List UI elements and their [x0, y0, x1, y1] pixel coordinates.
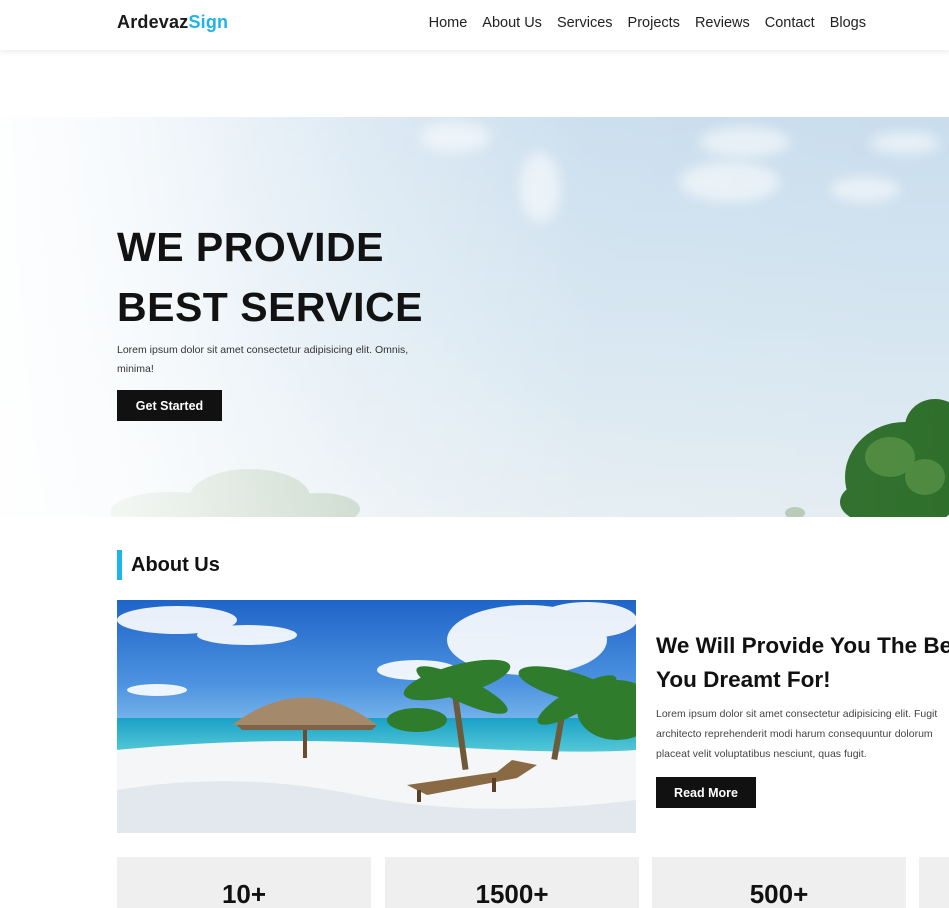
stat-card [919, 857, 949, 908]
main-nav: Home About Us Services Projects Reviews … [429, 15, 866, 31]
about-beach-image [117, 600, 636, 833]
read-more-button[interactable]: Read More [656, 777, 756, 808]
nav-link-home[interactable]: Home [429, 15, 468, 31]
about-heading: About Us [131, 554, 220, 576]
nav-link-blogs[interactable]: Blogs [830, 15, 866, 31]
hero-section: WE PROVIDE BEST SERVICE Lorem ipsum dolo… [0, 117, 949, 517]
nav-link-about-us[interactable]: About Us [482, 15, 542, 31]
stat-card: 10+ [117, 857, 371, 908]
about-description-line1: Lorem ipsum dolor sit amet consectetur a… [656, 708, 938, 720]
navbar: ArdevazSign Home About Us Services Proje… [0, 0, 949, 50]
get-started-button[interactable]: Get Started [117, 390, 222, 421]
about-description-line2: architecto reprehenderit modi harum cons… [656, 728, 933, 740]
nav-link-projects[interactable]: Projects [628, 15, 680, 31]
about-title-line1: We Will Provide You The Best [656, 633, 949, 658]
stat-value: 500+ [749, 879, 809, 908]
brand-logo[interactable]: ArdevazSign [117, 12, 228, 33]
nav-link-reviews[interactable]: Reviews [695, 15, 750, 31]
brand-logo-part2: Sign [188, 12, 229, 32]
hero-description: Lorem ipsum dolor sit amet consectetur a… [117, 344, 409, 375]
brand-logo-part1: Ardevaz [117, 12, 189, 32]
stat-card: 1500+ [385, 857, 639, 908]
stat-card: 500+ [652, 857, 906, 908]
stat-value: 1500+ [475, 879, 549, 908]
hero-title-line2: BEST SERVICE [117, 284, 423, 330]
nav-link-contact[interactable]: Contact [765, 15, 815, 31]
hero-title: WE PROVIDE BEST SERVICE [117, 217, 423, 337]
about-description-line3: placeat velit voluptatibus nesciunt, qua… [656, 748, 867, 760]
about-title: We Will Provide You The Best You Dreamt … [656, 629, 949, 697]
hero-title-line1: WE PROVIDE [117, 224, 384, 270]
stat-value: 10+ [221, 879, 267, 908]
about-title-line2: You Dreamt For! [656, 667, 831, 692]
about-description: Lorem ipsum dolor sit amet consectetur a… [656, 704, 949, 764]
about-heading-accent-bar [117, 550, 122, 580]
nav-link-services[interactable]: Services [557, 15, 613, 31]
